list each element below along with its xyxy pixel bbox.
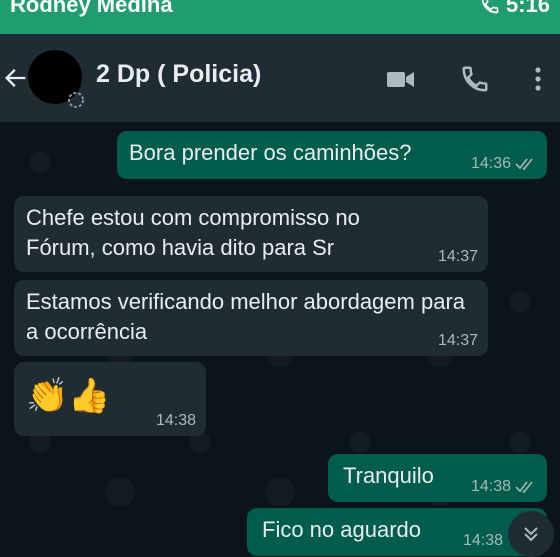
message-text: Estamos verificando melhor abordagem par… — [26, 289, 466, 344]
video-camera-icon[interactable] — [384, 64, 418, 94]
message-bubble-outgoing[interactable]: Bora prender os caminhões? 14:36 — [117, 131, 547, 179]
message-time: 14:37 — [437, 248, 478, 265]
message-time: 14:36 — [470, 155, 511, 172]
message-text: Chefe estou com compromisso no Fórum, co… — [26, 205, 360, 260]
double-chevron-down-icon — [524, 527, 538, 542]
read-ticks-icon — [515, 158, 533, 171]
status-clock: 5:16 — [480, 0, 550, 18]
message-bubble-incoming[interactable]: Chefe estou com compromisso no Fórum, co… — [14, 196, 488, 272]
message-time: 14:37 — [437, 332, 478, 349]
phone-icon[interactable] — [458, 64, 492, 94]
status-time-text: 5:16 — [505, 0, 550, 17]
message-text: Bora prender os caminhões? — [129, 140, 412, 165]
back-arrow-icon[interactable] — [2, 64, 30, 92]
phone-icon — [481, 0, 499, 14]
message-text: Tranquilo — [343, 463, 434, 488]
message-bubble-outgoing[interactable]: Fico no aguardo 14:38 — [247, 508, 547, 556]
chat-title[interactable]: 2 Dp ( Policia) — [96, 60, 261, 89]
scroll-to-bottom-button[interactable] — [508, 511, 554, 557]
read-ticks-icon — [515, 481, 533, 494]
status-caller-name: Rodney Medina — [10, 0, 173, 17]
more-vertical-icon[interactable] — [528, 64, 548, 94]
status-bar: Rodney Medina 5:16 — [0, 0, 560, 34]
message-bubble-incoming[interactable]: 👏👍 14:38 — [14, 362, 206, 436]
community-badge-icon — [68, 92, 84, 108]
message-time: 14:38 — [155, 412, 196, 429]
message-time: 14:38 — [462, 532, 503, 549]
message-time: 14:38 — [470, 478, 511, 495]
chat-header: 2 Dp ( Policia) — [0, 34, 560, 122]
message-text: Fico no aguardo — [262, 517, 421, 542]
message-emoji: 👏👍 — [26, 377, 111, 415]
message-bubble-incoming[interactable]: Estamos verificando melhor abordagem par… — [14, 280, 488, 356]
message-bubble-outgoing[interactable]: Tranquilo 14:38 — [328, 454, 547, 502]
